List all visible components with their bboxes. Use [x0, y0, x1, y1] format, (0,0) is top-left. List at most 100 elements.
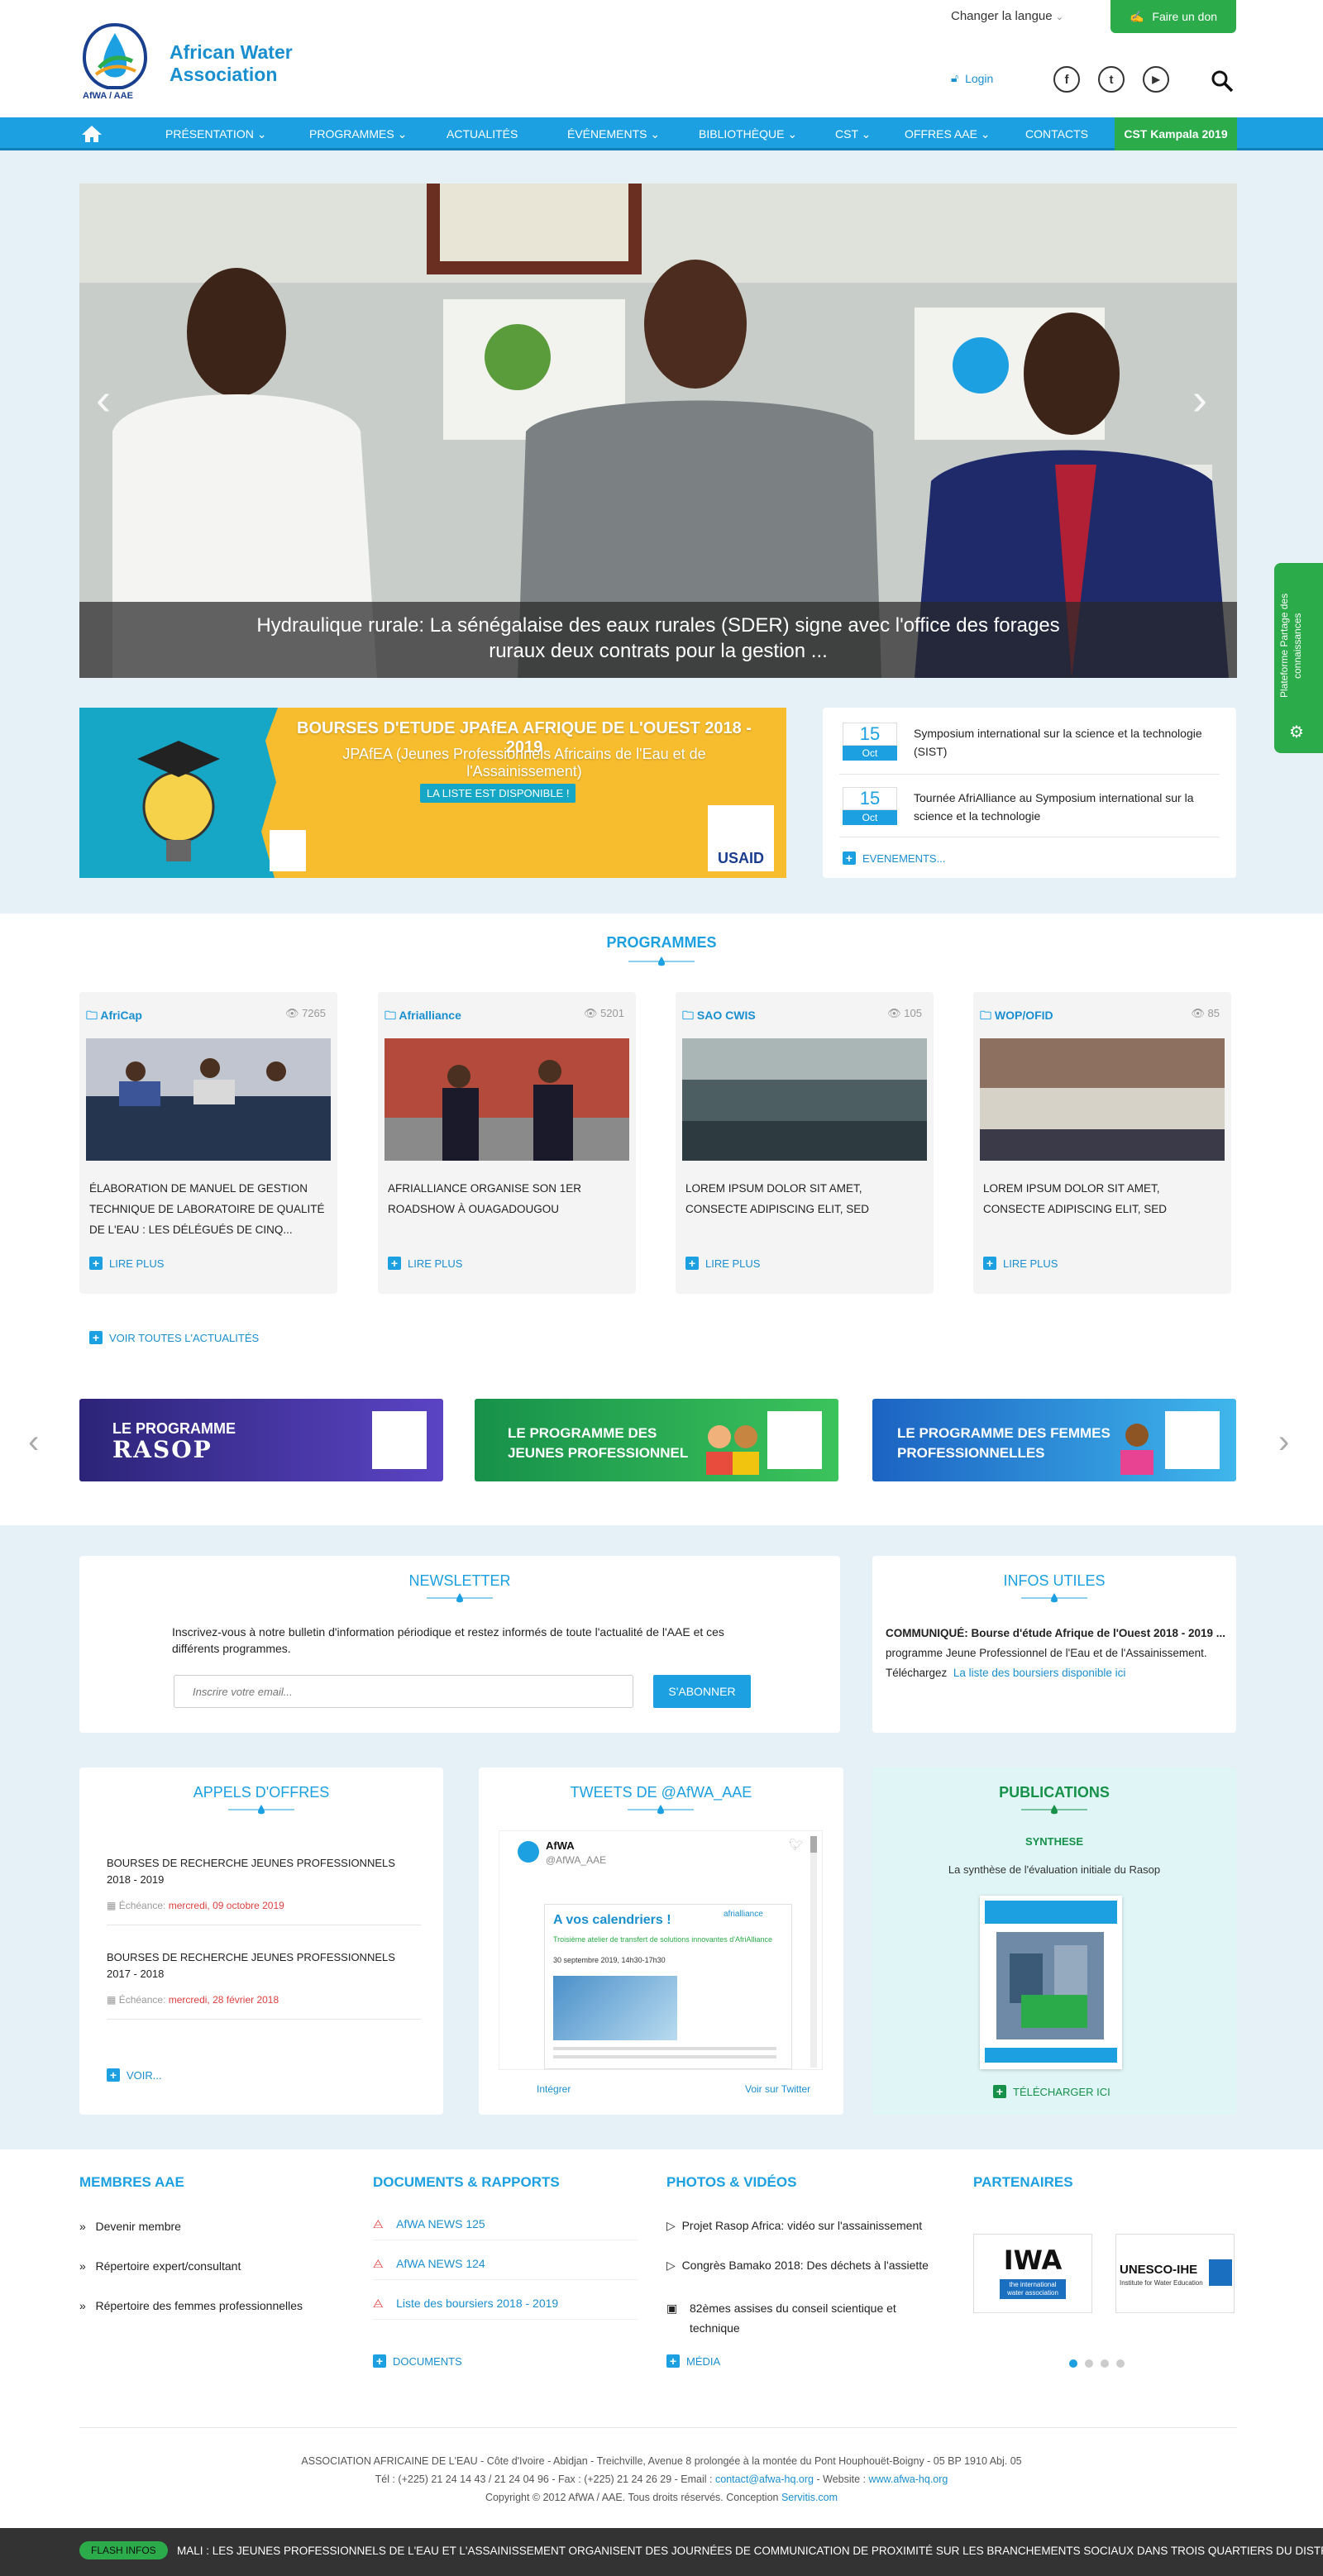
carousel-dot-active[interactable] — [1069, 2359, 1077, 2368]
card-text[interactable]: ÉLABORATION DE MANUEL DE GESTION TECHNIQ… — [89, 1178, 327, 1240]
card-text[interactable]: LOREM IPSUM DOLOR SIT AMET, CONSECTE ADI… — [685, 1178, 924, 1219]
programme-card[interactable]: 🗀︎ WOP/OFID 👁︎ 85 LOREM IPSUM DOLOR SIT … — [973, 992, 1231, 1294]
programme-card[interactable]: 🗀︎ SAO CWIS 👁︎ 105 LOREM IPSUM DOLOR SIT… — [676, 992, 934, 1294]
download-link[interactable]: + TÉLÉCHARGER ICI — [993, 2085, 1110, 2098]
carousel-dot[interactable] — [1085, 2359, 1093, 2368]
event-title[interactable]: Tournée AfriAlliance au Symposium intern… — [914, 789, 1220, 825]
card-text[interactable]: AFRIALLIANCE ORGANISE SON 1er ROADSHOW à… — [388, 1178, 626, 1219]
promo-rasop[interactable]: LE PROGRAMME RASOP — [79, 1399, 443, 1481]
hero-slider[interactable]: Hydraulique rurale: La sénégalaise des e… — [79, 184, 1237, 678]
carousel-dot[interactable] — [1101, 2359, 1109, 2368]
folder-icon: 🗀︎ — [682, 1009, 694, 1022]
footer-link[interactable]: » Devenir membre — [79, 2220, 181, 2233]
subscribe-button[interactable]: S'ABONNER — [653, 1675, 751, 1708]
slider-next-icon[interactable]: › — [1192, 374, 1207, 425]
bourses-banner[interactable]: BOURSES D'ETUDE JPAfEA AFRIQUE DE L'OUES… — [79, 708, 786, 878]
tweet-media[interactable]: A vos calendriers ! afrialliance Troisiè… — [544, 1904, 792, 2069]
search-icon[interactable] — [1211, 69, 1234, 93]
knowledge-platform-tab[interactable]: Plateforme Partage des connaissances ⚙ — [1274, 563, 1323, 753]
promo-femmes[interactable]: LE PROGRAMME DES FEMMES PROFESSIONNELLES — [872, 1399, 1236, 1481]
login-link[interactable]: 🔓︎ Login — [951, 71, 993, 85]
media-link[interactable]: ▷ Projet Rasop Africa: vidéo sur l'assai… — [666, 2219, 948, 2233]
plus-icon: + — [666, 2354, 680, 2368]
nav-cst-kampala[interactable]: CST Kampala 2019 — [1115, 117, 1237, 150]
events-more-link[interactable]: + EVENEMENTS... — [843, 852, 945, 865]
carousel-dot[interactable] — [1116, 2359, 1125, 2368]
media-link[interactable]: ▷ Congrès Bamako 2018: Des déchets à l'a… — [666, 2259, 948, 2273]
unesco-logo[interactable]: UNESCO-IHE Institute for Water Education — [1115, 2234, 1235, 2313]
iwa-logo[interactable]: IWA the international water association — [973, 2234, 1092, 2313]
read-more-link[interactable]: + LIRE PLUS — [685, 1257, 760, 1270]
youtube-icon[interactable]: ▶ — [1143, 66, 1169, 93]
card-image[interactable] — [980, 1038, 1225, 1161]
flash-ticker[interactable]: MALI : LES JEUNES PROFESSIONNELS DE L'EA… — [177, 2545, 1323, 2557]
infos-headline[interactable]: COMMUNIQUÉ: Bourse d'étude Afrique de l'… — [886, 1627, 1233, 1639]
documents-more-link[interactable]: + DOCUMENTS — [373, 2354, 462, 2368]
nav-programmes[interactable]: PROGRAMMES ⌄ — [309, 117, 407, 150]
card-image[interactable] — [86, 1038, 331, 1161]
card-text[interactable]: LOREM IPSUM DOLOR SIT AMET, CONSECTE ADI… — [983, 1178, 1221, 1219]
nav-label: PRÉSENTATION — [165, 127, 254, 141]
email-link[interactable]: contact@afwa-hq.org — [715, 2473, 814, 2485]
read-more-link[interactable]: + LIRE PLUS — [388, 1257, 462, 1270]
publication-cover[interactable] — [980, 1896, 1122, 2069]
views-label: 85 — [1207, 1007, 1220, 1019]
nav-presentation[interactable]: PRÉSENTATION ⌄ — [165, 117, 266, 150]
nav-bibliotheque[interactable]: BIBLIOTHÈQUE ⌄ — [699, 117, 797, 150]
email-field[interactable] — [174, 1675, 633, 1708]
tender-title[interactable]: BOURSES DE RECHERCHE JEUNES PROFESSIONNE… — [107, 1949, 404, 1982]
nav-actualites[interactable]: ACTUALITÉS — [447, 117, 518, 150]
designer-link[interactable]: Servitis.com — [781, 2492, 838, 2503]
all-news-link[interactable]: + VOIR TOUTES L'ACTUALITÉS — [89, 1331, 259, 1344]
read-more-link[interactable]: + LIRE PLUS — [983, 1257, 1058, 1270]
nav-contacts[interactable]: CONTACTS — [1025, 117, 1088, 150]
card-image[interactable] — [682, 1038, 927, 1161]
document-link[interactable]: ⨺ Liste des boursiers 2018 - 2019 — [373, 2297, 638, 2320]
document-link[interactable]: ⨺ AfWA NEWS 125 — [373, 2217, 638, 2240]
programme-card[interactable]: 🗀︎ AfriCap 👁︎ 7265 ÉLABORATION DE MANUEL… — [79, 992, 337, 1294]
media-more-link[interactable]: + MÉDIA — [666, 2354, 720, 2368]
tweet-media-date: 30 septembre 2019, 14h30-17h30 — [553, 1956, 666, 1964]
unesco-emblem — [1209, 2259, 1232, 2286]
promo-prev-icon[interactable]: ‹ — [28, 1424, 39, 1461]
document-link[interactable]: ⨺ AfWA NEWS 124 — [373, 2257, 638, 2280]
slider-prev-icon[interactable]: ‹ — [96, 374, 111, 425]
language-selector[interactable]: Changer la langue ⌄ — [951, 9, 1063, 23]
event-title[interactable]: Symposium international sur la science e… — [914, 724, 1211, 761]
nav-offres[interactable]: OFFRES AAE ⌄ — [905, 117, 991, 150]
read-more-link[interactable]: + LIRE PLUS — [89, 1257, 164, 1270]
lock-icon: 🔓︎ — [951, 71, 959, 84]
promo-jeunes[interactable]: LE PROGRAMME DES JEUNES PROFESSIONNEL — [475, 1399, 838, 1481]
card-category[interactable]: 🗀︎ WOP/OFID — [980, 1007, 1225, 1027]
logo-text: AfWA / AAE — [83, 91, 133, 101]
afwa-logo[interactable]: AfWA / AAE — [79, 21, 150, 107]
infos-link[interactable]: La liste des boursiers disponible ici — [953, 1667, 1126, 1679]
home-icon[interactable] — [81, 117, 103, 150]
embed-link[interactable]: Intégrer — [537, 2083, 571, 2095]
nav-evenements[interactable]: ÉVÉNEMENTS ⌄ — [567, 117, 660, 150]
facebook-icon[interactable]: f — [1053, 66, 1080, 93]
donate-button[interactable]: ✍ Faire un don — [1110, 0, 1236, 33]
hero-caption[interactable]: Hydraulique rurale: La sénégalaise des e… — [79, 602, 1237, 678]
plus-icon: + — [685, 1257, 699, 1270]
footer-link[interactable]: » Répertoire des femmes professionnelles — [79, 2299, 303, 2312]
media-link[interactable]: ▣ 82èmes assises du conseil scientique et… — [666, 2298, 939, 2338]
twitter-bird-icon: 🐦︎ — [789, 1838, 804, 1851]
website-link[interactable]: www.afwa-hq.org — [869, 2473, 948, 2485]
tenders-more-link[interactable]: + VOIR... — [107, 2068, 162, 2082]
tender-title[interactable]: BOURSES DE RECHERCHE JEUNES PROFESSIONNE… — [107, 1855, 404, 1888]
card-image[interactable] — [384, 1038, 629, 1161]
scrollbar[interactable] — [810, 1836, 817, 2068]
deadline-label: Échéance: — [118, 1900, 166, 1911]
facebook-glyph: f — [1064, 72, 1069, 87]
twitter-icon[interactable]: t — [1098, 66, 1125, 93]
read-more-label: LIRE PLUS — [408, 1257, 463, 1270]
twitter-timeline[interactable]: AfWA @AfWA_AAE 🐦︎ A vos calendriers ! af… — [499, 1830, 823, 2070]
infos-box: INFOS UTILES COMMUNIQUÉ: Bourse d'étude … — [872, 1556, 1236, 1733]
programme-card[interactable]: 🗀︎ Afrialliance 👁︎ 5201 AFRIALLIANCE ORG… — [378, 992, 636, 1294]
view-on-twitter-link[interactable]: Voir sur Twitter — [745, 2083, 810, 2095]
nav-cst[interactable]: CST ⌄ — [835, 117, 871, 150]
promo-next-icon[interactable]: › — [1278, 1424, 1289, 1461]
bourses-list-button[interactable]: LA LISTE EST DISPONIBLE ! — [420, 784, 576, 803]
footer-link[interactable]: » Répertoire expert/consultant — [79, 2259, 241, 2273]
